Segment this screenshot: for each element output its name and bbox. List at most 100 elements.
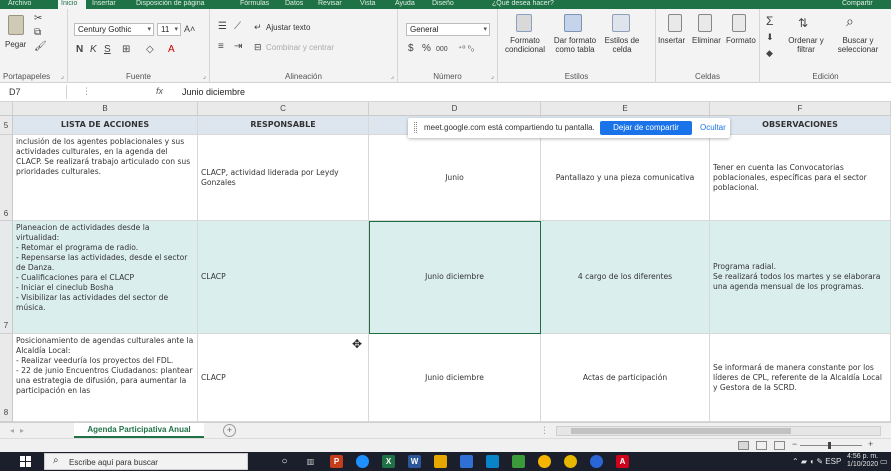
formula-content[interactable]: Junio diciembre	[182, 87, 245, 97]
share-link[interactable]: Compartir	[842, 0, 873, 9]
taskbar-search-box[interactable]: ⌕ Escribe aquí para buscar	[44, 453, 248, 470]
copy-icon[interactable]: ⧉	[34, 27, 41, 39]
thousands-button[interactable]: 000	[436, 44, 448, 56]
table-row-8-producto[interactable]: Actas de participación	[541, 334, 710, 422]
zoom-slider-knob[interactable]	[828, 442, 831, 449]
number-format-select[interactable]: General ▾	[406, 23, 490, 36]
table-row-7-observaciones[interactable]: Programa radial. Se realizará todos los …	[710, 221, 891, 334]
notifications-icon[interactable]: ▭	[880, 457, 888, 466]
header-observaciones[interactable]: OBSERVACIONES	[710, 116, 891, 135]
tab-vista[interactable]: Vista	[360, 0, 375, 9]
table-row-8-acciones[interactable]: Posicionamiento de agendas culturales an…	[13, 334, 198, 422]
tray-language[interactable]: ESP	[825, 457, 841, 466]
zoom-out-icon[interactable]: −	[792, 439, 797, 449]
currency-button[interactable]: $	[408, 43, 414, 55]
column-header-f[interactable]: F	[710, 102, 891, 116]
merge-center-button[interactable]: Combinar y centrar	[266, 43, 334, 52]
column-header-d[interactable]: D	[369, 102, 541, 116]
tab-ayuda[interactable]: Ayuda	[395, 0, 415, 9]
chrome-icon[interactable]	[538, 455, 551, 468]
stop-sharing-button[interactable]: Dejar de compartir	[600, 121, 692, 135]
taskbar-clock[interactable]: 4:56 p. m. 1/10/2020	[847, 453, 878, 469]
find-select-button[interactable]: Buscar y seleccionar	[830, 36, 886, 54]
header-lista-acciones[interactable]: LISTA DE ACCIONES	[13, 116, 198, 135]
merge-icon[interactable]: ⊟	[254, 41, 262, 53]
app-icon-blue[interactable]	[460, 455, 473, 468]
page-break-view-icon[interactable]	[774, 441, 785, 450]
font-launcher-icon[interactable]: ⌟	[203, 72, 206, 80]
font-name-select[interactable]: Century Gothic ▾	[74, 23, 154, 36]
format-table-button[interactable]: Dar formato como tabla	[550, 36, 600, 54]
insert-function-icon[interactable]: fx	[156, 86, 163, 96]
table-row-6-responsable[interactable]: CLACP, actividad liderada por Leydy Gonz…	[198, 135, 369, 221]
powerpoint-icon[interactable]: P	[330, 455, 343, 468]
grow-font-icon[interactable]: A˄	[184, 23, 195, 35]
app-icon-yellow[interactable]	[564, 455, 577, 468]
format-cells-button[interactable]: Formato	[726, 36, 756, 45]
find-icon[interactable]: ⌕	[846, 14, 854, 28]
row-header[interactable]: 6	[0, 135, 13, 221]
fill-color-icon[interactable]: ◇	[146, 44, 154, 56]
alignment-launcher-icon[interactable]: ⌟	[391, 72, 394, 80]
autosum-icon[interactable]: Σ	[766, 15, 773, 27]
system-tray[interactable]: ⌃ ▰ ◖ ✎ ESP	[792, 457, 841, 466]
tell-me-search[interactable]: ¿Qué desea hacer?	[492, 0, 554, 9]
clipboard-launcher-icon[interactable]: ⌟	[61, 72, 64, 80]
cut-icon[interactable]: ✂	[34, 13, 42, 25]
cell-styles-button[interactable]: Estilos de celda	[602, 36, 642, 54]
percent-button[interactable]: %	[422, 43, 431, 55]
zoom-in-icon[interactable]: +	[868, 439, 873, 449]
table-row-6-acciones[interactable]: inclusión de los agentes poblacionales y…	[13, 135, 198, 221]
horizontal-scroll-thumb[interactable]	[571, 428, 791, 434]
add-sheet-button[interactable]: +	[223, 424, 236, 437]
delete-cells-button[interactable]: Eliminar	[692, 36, 721, 45]
sheet-bar-split-icon[interactable]: ⋮	[540, 425, 549, 436]
app-icon-green[interactable]	[512, 455, 525, 468]
tab-disposicion[interactable]: Disposición de página	[136, 0, 205, 9]
zoom-slider[interactable]	[800, 445, 862, 446]
sheet-nav-arrows-icon[interactable]: ◂▸	[10, 426, 30, 435]
column-header-b[interactable]: B	[13, 102, 198, 116]
align-left-icon[interactable]: ≡	[218, 41, 224, 53]
windows-start-icon[interactable]	[20, 456, 31, 467]
table-row-7-producto[interactable]: 4 cargo de los diferentes	[541, 221, 710, 334]
row-header[interactable]: 8	[0, 334, 13, 422]
excel-icon[interactable]: X	[382, 455, 395, 468]
number-launcher-icon[interactable]: ⌟	[491, 72, 494, 80]
table-row-7-fecha-selected[interactable]: Junio diciembre	[369, 221, 541, 334]
format-painter-icon[interactable]: 🖌	[34, 41, 47, 53]
tab-diseno[interactable]: Diseño	[432, 0, 454, 9]
conditional-format-button[interactable]: Formato condicional	[504, 36, 546, 54]
clear-icon[interactable]: ◆	[766, 47, 773, 59]
table-row-6-observaciones[interactable]: Tener en cuenta las Convocatorias poblac…	[710, 135, 891, 221]
hide-banner-button[interactable]: Ocultar	[700, 123, 726, 132]
tab-insertar[interactable]: Insertar	[92, 0, 116, 9]
paste-button[interactable]: Pegar	[5, 40, 26, 49]
row-header[interactable]: 7	[0, 221, 13, 334]
column-header-e[interactable]: E	[541, 102, 710, 116]
select-all-corner[interactable]	[0, 102, 13, 116]
tab-formulas[interactable]: Fórmulas	[240, 0, 269, 9]
wrap-text-button[interactable]: Ajustar texto	[266, 23, 310, 32]
tab-inicio[interactable]: Inicio	[58, 0, 86, 9]
browser-icon[interactable]	[356, 455, 369, 468]
app-icon-store[interactable]	[486, 455, 499, 468]
name-box[interactable]: D7	[3, 85, 67, 99]
wrap-text-icon[interactable]: ↵	[254, 21, 262, 33]
italic-button[interactable]: K	[90, 44, 97, 56]
column-header-c[interactable]: C	[198, 102, 369, 116]
table-row-6-fecha[interactable]: Junio	[369, 135, 541, 221]
horizontal-scrollbar[interactable]	[556, 426, 881, 436]
sheet-tab-active[interactable]: Agenda Participativa Anual	[74, 423, 204, 438]
insert-cells-button[interactable]: Insertar	[658, 36, 685, 45]
tab-datos[interactable]: Datos	[285, 0, 303, 9]
table-row-8-fecha[interactable]: Junio diciembre	[369, 334, 541, 422]
fill-icon[interactable]: ⬇	[766, 31, 774, 43]
cortana-icon[interactable]: ○	[278, 455, 291, 468]
align-top-icon[interactable]: ☰	[218, 21, 227, 33]
borders-icon[interactable]: ⊞	[122, 44, 130, 56]
header-responsable[interactable]: RESPONSABLE	[198, 116, 369, 135]
indent-icon[interactable]: ⇥	[234, 41, 242, 53]
page-layout-view-icon[interactable]	[756, 441, 767, 450]
app-icon-circle-blue[interactable]	[590, 455, 603, 468]
